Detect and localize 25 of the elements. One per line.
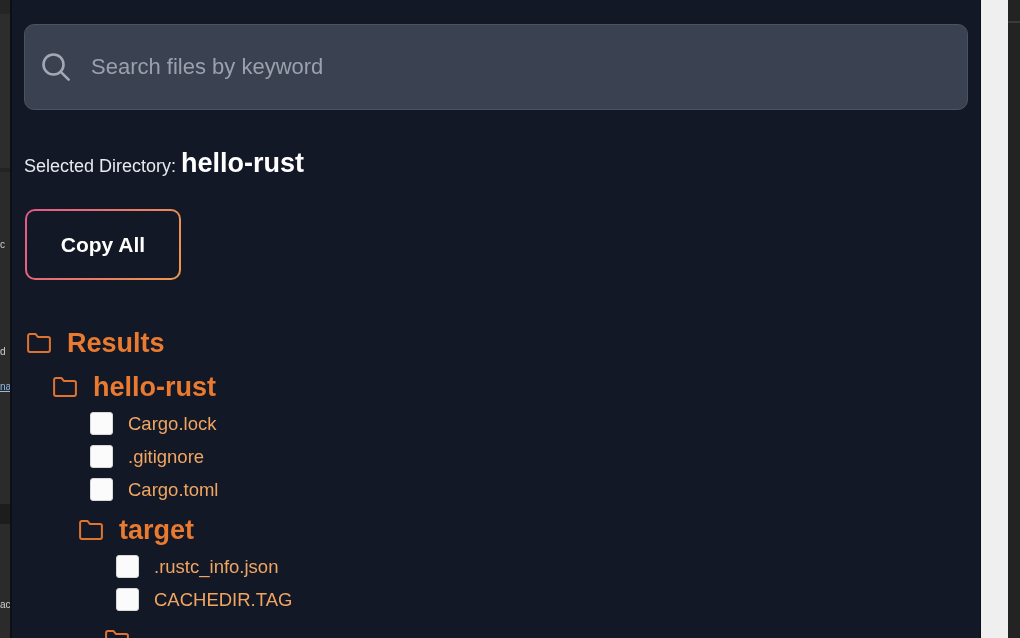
- copy-all-button[interactable]: Copy All: [25, 209, 181, 280]
- folder-name[interactable]: hello-rust: [93, 371, 216, 403]
- folder-icon: [53, 377, 77, 397]
- checkbox[interactable]: [116, 555, 139, 578]
- cut-off-text: d: [0, 345, 6, 359]
- folder-name[interactable]: target: [119, 514, 194, 546]
- folder-icon: [27, 333, 51, 353]
- selected-directory-name: hello-rust: [181, 148, 305, 179]
- file-name[interactable]: .rustc_info.json: [154, 555, 279, 578]
- checkbox[interactable]: [90, 445, 113, 468]
- checkbox[interactable]: [90, 412, 113, 435]
- search-icon: [42, 53, 70, 81]
- checkbox[interactable]: [90, 478, 113, 501]
- folder-name[interactable]: Results: [67, 327, 165, 359]
- folder-icon: [79, 520, 103, 540]
- search-field[interactable]: Search files by keyword: [24, 24, 968, 110]
- checkbox[interactable]: [116, 588, 139, 611]
- cut-off-text: ac: [0, 598, 10, 612]
- selected-directory-label: Selected Directory:: [24, 156, 177, 177]
- file-name[interactable]: .gitignore: [128, 445, 205, 468]
- file-name[interactable]: Cargo.toml: [128, 478, 219, 501]
- file-name[interactable]: Cargo.lock: [128, 412, 217, 435]
- cut-off-text: c: [0, 238, 5, 252]
- scrollbar-track[interactable]: [980, 0, 1008, 638]
- file-name[interactable]: CACHEDIR.TAG: [154, 588, 293, 611]
